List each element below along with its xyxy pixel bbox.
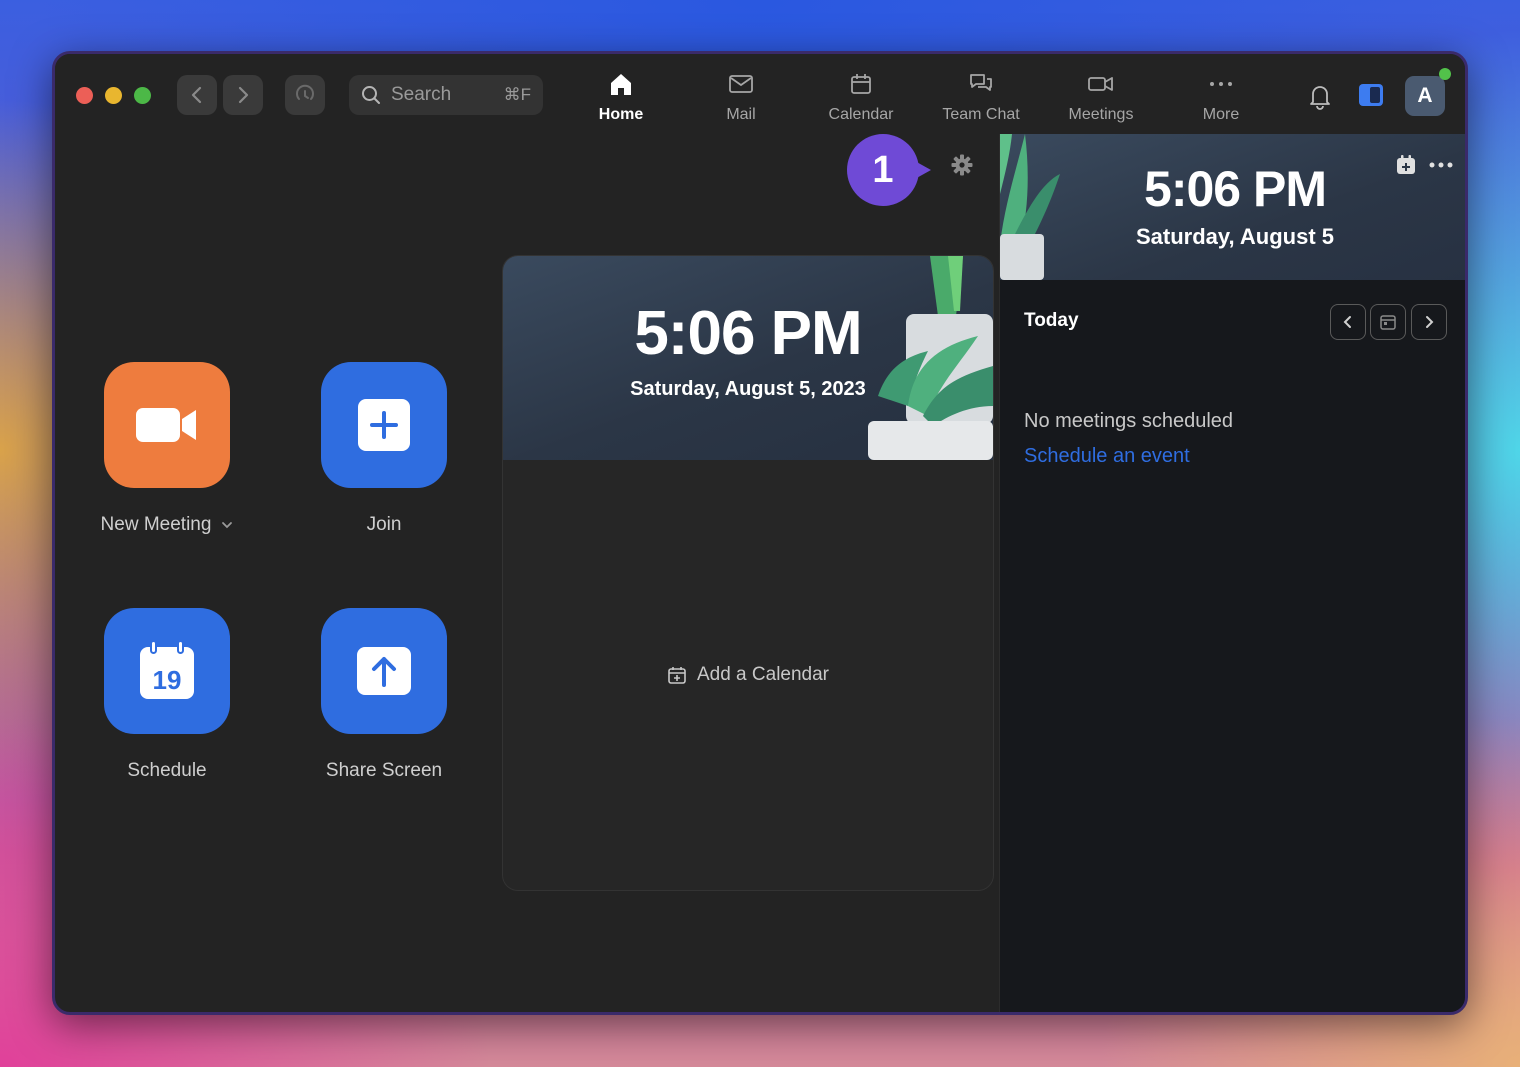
calendar-date-icon: 19 — [140, 641, 194, 699]
calendar-icon — [851, 74, 871, 94]
more-options-icon[interactable] — [1428, 154, 1454, 176]
panel-time: 5:06 PM — [1144, 161, 1327, 217]
close-window-button[interactable] — [76, 87, 93, 104]
chevron-left-icon — [191, 86, 202, 104]
clock-card-header: 5:06 PM Saturday, August 5, 2023 — [503, 256, 993, 460]
tab-mail-label: Mail — [726, 106, 756, 123]
title-bar: Search ⌘F Home Mail Calendar Team Chat M… — [55, 54, 1465, 134]
join-button[interactable] — [321, 362, 447, 488]
new-meeting-label: New Meeting — [100, 514, 212, 535]
plus-icon — [358, 399, 410, 451]
add-calendar-button[interactable]: Add a Calendar — [503, 664, 993, 686]
chevron-right-icon — [238, 86, 249, 104]
panel-header: 5:06 PM Saturday, August 5 — [1000, 134, 1465, 280]
chevron-left-icon — [1343, 316, 1351, 328]
join-action[interactable]: Join — [294, 362, 474, 536]
panel-date: Saturday, August 5 — [1135, 224, 1335, 249]
schedule-button[interactable]: 19 — [104, 608, 230, 734]
join-label: Join — [366, 514, 402, 535]
schedule-action[interactable]: 19 Schedule — [77, 608, 257, 782]
schedule-event-link[interactable]: Schedule an event — [1024, 445, 1190, 468]
tab-meetings-label: Meetings — [1068, 106, 1134, 123]
share-screen-button[interactable] — [321, 608, 447, 734]
badge-number: 1 — [872, 148, 894, 191]
new-meeting-action[interactable]: New Meeting — [77, 362, 257, 536]
tab-home-label: Home — [598, 106, 644, 123]
schedule-label: Schedule — [127, 760, 207, 781]
zoom-window-button[interactable] — [134, 87, 151, 104]
plant-illustration — [868, 256, 993, 460]
calendar-day-number: 19 — [153, 665, 182, 695]
new-meeting-button[interactable] — [104, 362, 230, 488]
history-button[interactable] — [285, 75, 325, 115]
home-icon — [611, 74, 631, 95]
chat-icon — [970, 74, 992, 91]
tab-home[interactable]: Home — [566, 70, 676, 124]
tab-more[interactable]: More — [1166, 70, 1276, 124]
add-event-icon[interactable] — [1395, 154, 1417, 176]
tab-team-chat[interactable]: Team Chat — [926, 70, 1036, 124]
avatar-initial: A — [1417, 84, 1433, 107]
zoom-window: Search ⌘F Home Mail Calendar Team Chat M… — [52, 51, 1468, 1015]
clock-card: 5:06 PM Saturday, August 5, 2023 Add a C… — [502, 255, 994, 891]
tab-calendar[interactable]: Calendar — [806, 70, 916, 124]
today-heading: Today — [1024, 310, 1079, 331]
forward-button[interactable] — [223, 75, 263, 115]
minimize-window-button[interactable] — [105, 87, 122, 104]
add-calendar-label: Add a Calendar — [696, 664, 830, 685]
tab-team-chat-label: Team Chat — [942, 106, 1020, 123]
history-icon — [296, 84, 314, 100]
next-day-button[interactable] — [1411, 304, 1447, 340]
tutorial-step-badge: 1 — [847, 134, 931, 206]
calendar-picker-button[interactable] — [1370, 304, 1406, 340]
gear-icon[interactable] — [951, 154, 973, 176]
tab-more-label: More — [1202, 106, 1240, 123]
tab-mail[interactable]: Mail — [686, 70, 796, 124]
plant-illustration — [1000, 134, 1060, 280]
back-button[interactable] — [177, 75, 217, 115]
share-screen-action[interactable]: Share Screen — [294, 608, 474, 782]
presence-status-dot — [1439, 68, 1451, 80]
video-camera-icon — [136, 408, 196, 442]
chevron-right-icon — [1426, 316, 1434, 328]
previous-day-button[interactable] — [1330, 304, 1366, 340]
upcoming-meetings-panel: 5:06 PM Saturday, August 5 Today No meet… — [999, 134, 1465, 1012]
tab-calendar-label: Calendar — [828, 106, 894, 123]
upload-arrow-icon — [357, 647, 411, 695]
tab-meetings[interactable]: Meetings — [1046, 70, 1156, 124]
calendar-icon — [1380, 315, 1396, 330]
search-icon — [362, 86, 380, 104]
ellipsis-icon — [1210, 82, 1232, 86]
search-shortcut: ⌘F — [503, 85, 531, 104]
empty-state-text: No meetings scheduled — [1024, 410, 1234, 432]
chevron-down-icon[interactable] — [221, 521, 233, 529]
mail-icon — [729, 75, 753, 93]
calendar-add-icon — [668, 667, 686, 684]
search-bar[interactable]: Search ⌘F — [349, 75, 543, 115]
avatar[interactable]: A — [1405, 76, 1445, 116]
bell-icon[interactable] — [1305, 81, 1335, 111]
search-placeholder: Search — [391, 84, 452, 105]
video-icon — [1088, 77, 1113, 91]
share-screen-label: Share Screen — [325, 760, 443, 781]
sidebar-toggle-icon[interactable] — [1357, 81, 1385, 109]
